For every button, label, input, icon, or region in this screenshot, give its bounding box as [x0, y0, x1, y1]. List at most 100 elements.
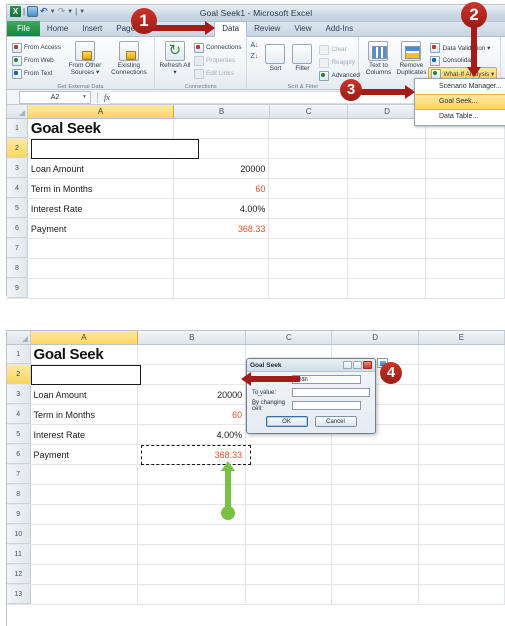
cell-b-b2[interactable]	[138, 365, 247, 384]
cell-d6[interactable]	[348, 219, 427, 238]
cell-b-c12[interactable]	[246, 565, 333, 584]
cell-b4[interactable]: 60	[174, 179, 270, 198]
cell-b-e3[interactable]	[419, 385, 505, 404]
cell-c8[interactable]	[269, 259, 348, 278]
row-header-5[interactable]: 5	[7, 199, 28, 218]
cell-b-a5[interactable]: Interest Rate	[31, 425, 139, 444]
col-header-a-bottom[interactable]: A	[30, 331, 139, 344]
row-header-3[interactable]: 3	[7, 159, 28, 178]
row-header-b6[interactable]: 6	[7, 445, 31, 464]
tab-view[interactable]: View	[287, 22, 318, 36]
cell-b-a9[interactable]	[31, 505, 139, 524]
cell-b-b1[interactable]	[138, 345, 247, 364]
cell-b-c9[interactable]	[246, 505, 333, 524]
cell-e3[interactable]	[426, 159, 505, 178]
by-changing-cell-input[interactable]	[292, 401, 361, 410]
active-cell-selection-bottom[interactable]	[31, 365, 141, 385]
cell-b-d9[interactable]	[332, 505, 419, 524]
cell-b-c7[interactable]	[246, 465, 333, 484]
from-other-sources-button[interactable]: From Other Sources ▾	[63, 39, 107, 90]
tab-data[interactable]: Data	[214, 21, 248, 37]
cell-b-a13[interactable]	[31, 585, 139, 604]
cell-b-a4[interactable]: Term in Months	[31, 405, 139, 424]
cell-e8[interactable]	[426, 259, 505, 278]
cell-b9[interactable]	[174, 279, 270, 298]
cell-b-e13[interactable]	[419, 585, 505, 604]
cell-e9[interactable]	[426, 279, 505, 298]
cell-b-a10[interactable]	[31, 525, 139, 544]
active-cell-selection-top[interactable]	[31, 139, 199, 159]
row-header-b11[interactable]: 11	[7, 545, 31, 564]
row-header-b7[interactable]: 7	[7, 465, 31, 484]
select-all-corner[interactable]	[7, 105, 28, 118]
col-header-d-bottom[interactable]: D	[332, 331, 419, 344]
col-header-c[interactable]: C	[269, 105, 349, 118]
cell-b-e11[interactable]	[419, 545, 505, 564]
cell-b6[interactable]: 368.33	[174, 219, 270, 238]
sort-button[interactable]: Sort	[263, 42, 287, 72]
from-text-button[interactable]: From Text	[10, 67, 63, 80]
data-validation-button[interactable]: Data Validation ▾	[428, 41, 497, 54]
cell-e6[interactable]	[426, 219, 505, 238]
cell-b-a6[interactable]: Payment	[31, 445, 139, 464]
set-cell-input[interactable]: $B$6	[292, 375, 361, 384]
col-header-c-bottom[interactable]: C	[246, 331, 333, 344]
cell-a3[interactable]: Loan Amount	[28, 159, 174, 178]
cell-e7[interactable]	[426, 239, 505, 258]
cell-d2[interactable]	[348, 139, 427, 158]
row-header-b3[interactable]: 3	[7, 385, 31, 404]
row-header-1[interactable]: 1	[7, 119, 28, 138]
minimize-icon[interactable]	[353, 361, 362, 369]
cell-b-d10[interactable]	[332, 525, 419, 544]
cell-c1[interactable]	[269, 119, 348, 138]
col-header-a[interactable]: A	[28, 105, 175, 118]
cell-b-a11[interactable]	[31, 545, 139, 564]
cell-b-e7[interactable]	[419, 465, 505, 484]
cell-b-a3[interactable]: Loan Amount	[31, 385, 139, 404]
from-web-button[interactable]: From Web	[10, 54, 63, 67]
cell-c5[interactable]	[269, 199, 348, 218]
cell-b-a12[interactable]	[31, 565, 139, 584]
cell-b-c6[interactable]	[246, 445, 333, 464]
cell-b-c11[interactable]	[246, 545, 333, 564]
cell-b-e5[interactable]	[419, 425, 505, 444]
cell-d8[interactable]	[348, 259, 427, 278]
cell-b-d11[interactable]	[332, 545, 419, 564]
cell-c7[interactable]	[269, 239, 348, 258]
to-value-input[interactable]	[292, 388, 370, 397]
consolidate-button[interactable]: Consolidate	[428, 54, 497, 67]
cell-b-e12[interactable]	[419, 565, 505, 584]
refresh-all-button[interactable]: Refresh All ▾	[158, 39, 192, 90]
cell-b8[interactable]	[174, 259, 270, 278]
cell-e5[interactable]	[426, 199, 505, 218]
cell-b3[interactable]: 20000	[174, 159, 270, 178]
name-box-dropdown-icon[interactable]: ▼	[82, 94, 87, 100]
cell-b-e1[interactable]	[419, 345, 505, 364]
select-all-corner-bottom[interactable]	[7, 331, 31, 344]
cell-b5[interactable]: 4.00%	[174, 199, 270, 218]
cell-b-e6[interactable]	[419, 445, 505, 464]
sort-descending-icon[interactable]: Z↓	[250, 53, 261, 64]
cell-b-e4[interactable]	[419, 405, 505, 424]
row-header-4[interactable]: 4	[7, 179, 28, 198]
row-header-b4[interactable]: 4	[7, 405, 31, 424]
cell-c3[interactable]	[269, 159, 348, 178]
cell-b-d6[interactable]	[332, 445, 419, 464]
cell-b-c8[interactable]	[246, 485, 333, 504]
tab-insert[interactable]: Insert	[75, 22, 109, 36]
scenario-manager-menu-item[interactable]: Scenario Manager...	[415, 80, 505, 94]
col-header-b[interactable]: B	[174, 105, 270, 118]
data-table-menu-item[interactable]: Data Table...	[415, 110, 505, 124]
col-header-e-bottom[interactable]: E	[418, 331, 505, 344]
connections-button[interactable]: Connections	[192, 41, 244, 54]
cell-b-b11[interactable]	[138, 545, 247, 564]
row-header-b10[interactable]: 10	[7, 525, 31, 544]
row-header-b12[interactable]: 12	[7, 565, 31, 584]
cell-b-a7[interactable]	[31, 465, 139, 484]
cell-b-d13[interactable]	[332, 585, 419, 604]
help-icon[interactable]	[343, 361, 352, 369]
cell-b-c13[interactable]	[246, 585, 333, 604]
tab-home[interactable]: Home	[40, 22, 75, 36]
cell-a7[interactable]	[28, 239, 174, 258]
tab-addins[interactable]: Add-Ins	[319, 22, 361, 36]
